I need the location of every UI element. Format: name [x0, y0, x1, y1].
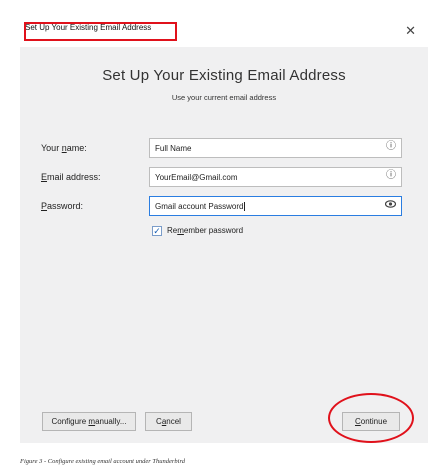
password-field-value: Gmail account Password	[155, 202, 244, 211]
configure-manually-button[interactable]: Configure manually...	[42, 412, 136, 431]
figure-caption: Figure 3 - Configure existing email acco…	[20, 458, 186, 465]
info-icon[interactable]: ⓘ	[386, 142, 396, 152]
close-icon[interactable]: ✕	[405, 24, 416, 37]
email-label: Email address:	[41, 172, 101, 182]
text-cursor	[244, 202, 246, 211]
email-field[interactable]: YourEmail@Gmail.com ⓘ	[149, 167, 402, 187]
password-field[interactable]: Gmail account Password	[149, 196, 402, 216]
setup-dialog: Set Up Your Existing Email Address ✕ Set…	[20, 17, 428, 443]
info-icon[interactable]: ⓘ	[386, 171, 396, 181]
email-field-value: YourEmail@Gmail.com	[155, 173, 238, 182]
eye-icon[interactable]	[384, 200, 397, 211]
remember-password-checkbox[interactable]: ✓	[152, 226, 162, 236]
name-field[interactable]: Full Name ⓘ	[149, 138, 402, 158]
remember-password-label[interactable]: Remember password	[167, 226, 243, 235]
name-label: Your name:	[41, 143, 87, 153]
page-title: Set Up Your Existing Email Address	[102, 67, 346, 84]
cancel-button[interactable]: Cancel	[145, 412, 192, 431]
name-field-value: Full Name	[155, 144, 192, 153]
title-bar: Set Up Your Existing Email Address ✕	[20, 17, 428, 47]
title-highlight-annotation	[24, 22, 177, 41]
continue-highlight-annotation	[328, 393, 414, 443]
password-label: Password:	[41, 201, 84, 211]
page-subtitle: Use your current email address	[171, 93, 277, 102]
